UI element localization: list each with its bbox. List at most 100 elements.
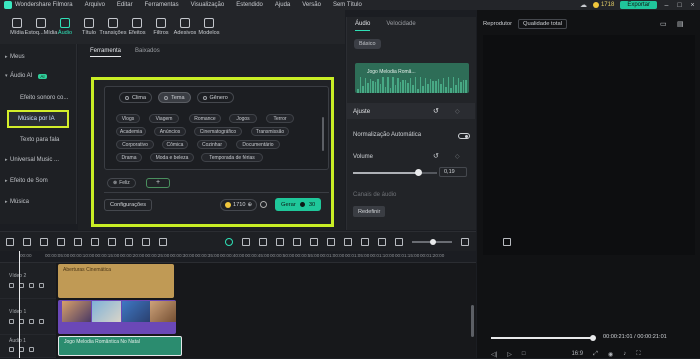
more-icon[interactable] (159, 237, 167, 246)
preview-screen[interactable] (483, 35, 695, 255)
refresh-icon[interactable] (260, 201, 267, 208)
export-button[interactable]: Exportar (620, 1, 657, 9)
segment-clima[interactable]: Clima (119, 92, 153, 103)
sidebar-item-efeito-som[interactable]: ▸ Efeito de Som (0, 174, 77, 188)
razor-tool-icon[interactable] (23, 237, 31, 246)
menu-ferramentas[interactable]: Ferramentas (145, 2, 179, 8)
generate-button[interactable]: Gerar 30 (275, 198, 322, 211)
menu-versao[interactable]: Versão (302, 2, 321, 8)
add-credits-icon[interactable]: ⊕ (247, 202, 252, 208)
zoom-slider[interactable] (412, 238, 452, 245)
menu-ajuda[interactable]: Ajuda (275, 2, 290, 8)
sidebar-item-musica-por-ia[interactable]: Música por IA (7, 110, 69, 128)
tab-velocidade[interactable]: Velocidade (386, 21, 415, 31)
speaker-icon[interactable] (39, 319, 44, 324)
maximize-icon[interactable]: □ (676, 2, 683, 9)
reset-icon[interactable]: ↺ (433, 152, 439, 160)
timeline-scrollbar[interactable] (471, 305, 474, 337)
menu-editar[interactable]: Editar (117, 2, 133, 8)
menu-estendido[interactable]: Estendido (236, 2, 263, 8)
redo-icon[interactable] (57, 237, 65, 246)
volume-icon[interactable]: ♪ (623, 351, 626, 357)
tab-adesivos[interactable]: Adesivos (174, 10, 196, 44)
sidebar-item-musica[interactable]: ▸ Música (0, 195, 77, 209)
chip-anuncios[interactable]: Anúncios (154, 127, 186, 136)
chip-comica[interactable]: Cômica (162, 140, 188, 149)
tab-ferramenta[interactable]: Ferramenta (90, 48, 122, 57)
segment-genero[interactable]: Gênero (196, 92, 234, 103)
playback-progress[interactable] (491, 334, 596, 341)
chip-moda-beleza[interactable]: Moda e beleza (150, 153, 194, 162)
close-icon[interactable]: ⊗ (113, 180, 117, 186)
reset-icon[interactable]: ↺ (433, 107, 439, 115)
volume-slider[interactable] (353, 169, 437, 176)
volume-value-input[interactable]: 0,19 (439, 167, 467, 177)
basic-tab[interactable]: Básico (354, 39, 381, 49)
sidebar-item-meus[interactable]: ▸ Meus (0, 50, 77, 64)
quality-select[interactable]: Qualidade total (518, 19, 568, 29)
selected-tag-feliz[interactable]: ⊗ Feliz (107, 178, 136, 188)
chip-vlogs[interactable]: Vlogs (116, 114, 140, 123)
tab-modelos[interactable]: Modelos (198, 10, 220, 44)
video-clips[interactable] (58, 300, 176, 334)
color-icon[interactable] (259, 237, 267, 246)
chip-cozinhar[interactable]: Cozinhar (197, 140, 227, 149)
ai-icon[interactable] (225, 237, 233, 246)
split-icon[interactable] (378, 237, 386, 246)
chip-viagem[interactable]: Viagem (149, 114, 179, 123)
cut-icon[interactable] (91, 237, 99, 246)
snapshot-icon[interactable]: ▭ (660, 20, 667, 28)
eye-icon[interactable] (29, 319, 34, 324)
timeline-ruler[interactable]: 00:00 00:00:05:00 00:00:10:00 00:00:15:00 00… (0, 251, 476, 263)
chip-corporativo[interactable]: Corporativo (116, 140, 154, 149)
menu-visualizacao[interactable]: Visualização (191, 2, 225, 8)
sidebar-item-universal-music[interactable]: ▸ Universal Music ... (0, 153, 77, 167)
voiceover-icon[interactable] (361, 237, 369, 246)
play-icon[interactable]: ▷ (507, 351, 512, 358)
zoom-knob[interactable] (430, 238, 436, 245)
menu-arquivo[interactable]: Arquivo (85, 2, 105, 8)
chip-temporada-ferias[interactable]: Temporada de férias (201, 153, 263, 162)
cloud-icon[interactable]: ☁ (580, 2, 587, 9)
sidebar-item-efeito-sonoro[interactable]: Efeito sonoro co... (0, 91, 77, 105)
ajuste-section[interactable]: Ajuste ↺ ◇ (347, 103, 475, 119)
minimize-icon[interactable]: – (663, 2, 670, 9)
expand-icon[interactable]: ⛶ (636, 351, 640, 358)
chip-terror[interactable]: Terror (266, 114, 294, 123)
eye-icon[interactable] (29, 283, 34, 288)
text-icon[interactable] (125, 237, 133, 246)
previous-frame-icon[interactable]: ◁| (491, 351, 497, 358)
sidebar-item-audio-ai[interactable]: ▾ Áudio AI AI (0, 69, 77, 83)
layout-icon[interactable]: ▤ (677, 20, 684, 28)
zoom-in-icon[interactable] (461, 237, 469, 246)
aspect-ratio[interactable]: 16:9 (571, 351, 583, 357)
credits-counter[interactable]: 1710 ⊕ (220, 199, 258, 211)
speaker-icon[interactable] (39, 283, 44, 288)
credits-badge[interactable]: 1718 (592, 2, 614, 8)
keyframe-icon[interactable]: ◇ (455, 153, 460, 160)
delete-icon[interactable] (74, 237, 82, 246)
playhead-knob[interactable] (590, 334, 596, 341)
microphone-icon[interactable] (344, 237, 352, 246)
chip-drama[interactable]: Drama (116, 153, 142, 162)
tab-filtros[interactable]: Filtros (150, 10, 172, 44)
tab-midia[interactable]: Mídia (6, 10, 28, 44)
fullscreen-icon[interactable]: ⤢ (593, 351, 598, 358)
effects-icon[interactable] (276, 237, 284, 246)
tab-estoque-midia[interactable]: Estoq...Mídia (25, 10, 57, 44)
chip-documentario[interactable]: Documentário (236, 140, 280, 149)
zoom-out-icon[interactable] (395, 237, 403, 246)
tab-audio[interactable]: Áudio (54, 10, 76, 44)
crop-icon[interactable] (108, 237, 116, 246)
chip-romance[interactable]: Romance (189, 114, 221, 123)
tab-titulo[interactable]: Título (78, 10, 100, 44)
chip-jogos[interactable]: Jogos (229, 114, 257, 123)
segment-tema[interactable]: Tema (158, 92, 191, 103)
timeline-playhead[interactable] (19, 251, 20, 358)
speed-icon[interactable] (142, 237, 150, 246)
reset-button[interactable]: Redefinir (353, 206, 386, 217)
timeline-settings-icon[interactable] (503, 237, 511, 246)
tab-audio-props[interactable]: Áudio (355, 21, 371, 31)
settings-button[interactable]: Configurações (104, 199, 153, 211)
render-icon[interactable] (310, 237, 318, 246)
